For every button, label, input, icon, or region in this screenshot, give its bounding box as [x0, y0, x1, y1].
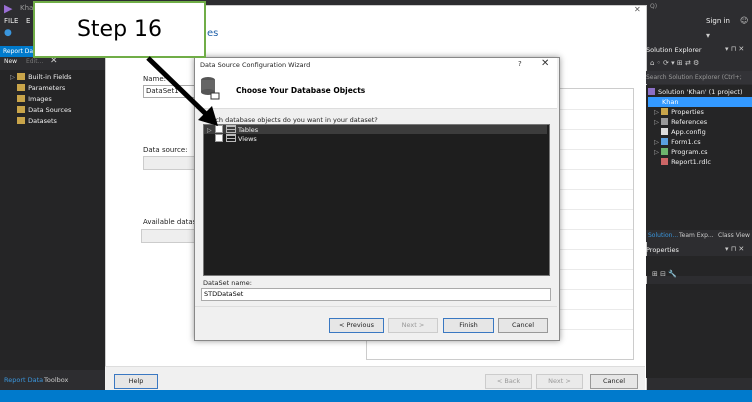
- next-button[interactable]: Next >: [388, 318, 438, 333]
- tab-class-view[interactable]: Class View: [718, 232, 750, 239]
- project-icon: [652, 98, 659, 105]
- tree-item-solution[interactable]: Solution 'Khan' (1 project): [648, 87, 743, 97]
- folder-icon: [17, 84, 26, 91]
- references-icon: [661, 118, 669, 125]
- report-file-icon: [661, 158, 669, 165]
- wizard-footer-divider: [195, 306, 557, 307]
- tab-solution[interactable]: Solution...: [648, 232, 678, 239]
- tree-item-project[interactable]: Khan: [648, 97, 752, 107]
- menu-edit[interactable]: E: [26, 17, 30, 25]
- form-icon: [661, 138, 669, 145]
- help-icon[interactable]: ?: [518, 60, 522, 68]
- dataset-name-label: DataSet name:: [203, 279, 252, 287]
- sign-in-link[interactable]: Sign in: [706, 17, 730, 25]
- previous-button[interactable]: < Previous: [329, 318, 384, 333]
- quick-launch[interactable]: Q): [650, 3, 657, 10]
- new-button[interactable]: New: [4, 58, 17, 65]
- dataset-name-input[interactable]: STDDataSet: [201, 288, 551, 301]
- visual-studio-logo-icon: ▶: [4, 2, 13, 15]
- tree-item-data-sources[interactable]: ▷ Data Sources: [10, 105, 71, 116]
- tree-item-parameters[interactable]: ▷ Parameters: [10, 83, 65, 94]
- back-button[interactable]: < Back: [485, 374, 532, 389]
- config-file-icon: [661, 128, 669, 135]
- solution-icon: [648, 88, 655, 95]
- data-source-select[interactable]: [143, 156, 197, 170]
- tree-item-views[interactable]: ▷Views: [207, 134, 257, 143]
- pin-icon[interactable]: ▾ ⊓ ✕: [725, 245, 744, 253]
- view-icon: [226, 134, 236, 142]
- tree-item-program[interactable]: ▷ Program.cs: [654, 147, 708, 157]
- folder-icon: [17, 106, 26, 113]
- solution-search-input[interactable]: Search Solution Explorer (Ctrl+;: [646, 71, 752, 84]
- wrench-icon: [661, 108, 669, 115]
- help-button[interactable]: Help: [114, 374, 158, 389]
- tree-item-properties[interactable]: ▷ Properties: [654, 107, 704, 117]
- app-title: Kha: [20, 4, 34, 12]
- solution-explorer-toolbar: ⌂ ◦ ⟳ ▾ ⊞ ⇄ ⚙: [646, 57, 752, 71]
- folder-icon: [17, 117, 26, 124]
- feedback-icon[interactable]: ☺: [740, 16, 748, 25]
- pin-icon[interactable]: ▾ ⊓ ✕: [725, 45, 744, 53]
- folder-icon: [17, 73, 26, 80]
- menu-file[interactable]: FILE: [4, 17, 18, 25]
- close-icon[interactable]: ✕: [541, 58, 549, 69]
- tab-toolbox[interactable]: Toolbox: [44, 376, 68, 384]
- account-icon[interactable]: ▾: [706, 31, 710, 40]
- navigate-back-icon[interactable]: ●: [4, 28, 14, 38]
- properties-grid: [646, 284, 752, 378]
- tree-item-form1[interactable]: ▷ Form1.cs: [654, 137, 701, 147]
- dialog-title: es: [207, 28, 219, 39]
- tree-item-references[interactable]: ▷ References: [654, 117, 707, 127]
- tree-item-app-config[interactable]: ▷ App.config: [654, 127, 706, 137]
- database-objects-tree: [203, 124, 550, 276]
- cancel-button[interactable]: Cancel: [498, 318, 548, 333]
- wizard-heading: Choose Your Database Objects: [236, 86, 366, 95]
- tab-report-data-bottom[interactable]: Report Data: [4, 376, 43, 384]
- edit-button[interactable]: Edit...: [26, 58, 43, 65]
- report-data-tree: ▷ Built-in Fields ▷ Parameters ▷ Images …: [0, 70, 105, 370]
- csharp-file-icon: [661, 148, 669, 155]
- next-button-outer[interactable]: Next >: [536, 374, 583, 389]
- views-checkbox[interactable]: [215, 134, 223, 142]
- tree-item-built-in-fields[interactable]: ▷ Built-in Fields: [10, 72, 72, 83]
- step-callout: Step 16: [33, 1, 206, 58]
- folder-icon: [17, 95, 26, 102]
- tree-item-datasets[interactable]: ▷ Datasets: [10, 116, 57, 127]
- available-datasets-select[interactable]: [141, 229, 197, 243]
- tree-item-report[interactable]: ▷ Report1.rdlc: [654, 157, 711, 167]
- sort-icon[interactable]: ⊞ ⊟ 🔧: [652, 270, 677, 278]
- close-icon[interactable]: ✕: [634, 5, 641, 14]
- properties-panel-title: Properties: [646, 246, 679, 254]
- finish-button[interactable]: Finish: [443, 318, 494, 333]
- cancel-button-outer[interactable]: Cancel: [590, 374, 638, 389]
- status-bar: [0, 390, 752, 402]
- data-source-label: Data source:: [143, 146, 188, 154]
- home-icon[interactable]: ⌂ ◦ ⟳ ▾ ⊞ ⇄ ⚙: [650, 59, 699, 67]
- solution-explorer-title: Solution Explorer: [646, 46, 702, 54]
- tree-item-images[interactable]: ▷ Images: [10, 94, 52, 105]
- tab-team-explorer[interactable]: Team Exp...: [679, 232, 714, 239]
- callout-arrow-icon: [146, 56, 218, 126]
- properties-toolbar: ⊞ ⊟ 🔧: [646, 256, 752, 278]
- solution-tree: Solution 'Khan' (1 project) Khan ▷ Prope…: [646, 85, 752, 230]
